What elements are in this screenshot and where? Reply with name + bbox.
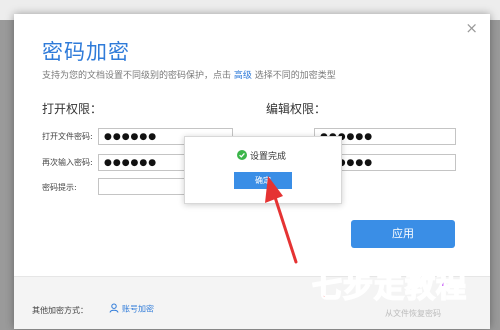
setup-complete-popup: 设置完成 确定 xyxy=(184,136,342,204)
dialog-title: 密码加密 xyxy=(42,40,130,64)
watermark-logo: 七步走教程 xyxy=(311,262,467,306)
dialog-subtitle: 支持为您的文档设置不同级别的密码保护，点击 高级 选择不同的加密类型 xyxy=(42,68,336,81)
account-encryption-label: 账号加密 xyxy=(122,304,154,314)
close-icon[interactable]: × xyxy=(465,21,478,36)
watermark-char: 教 xyxy=(404,269,436,306)
watermark-char: 步 xyxy=(342,269,374,306)
subtitle-text-end: 选择不同的加密类型 xyxy=(254,71,336,81)
recover-password-text: 从文件恢复密码 xyxy=(385,309,441,318)
watermark-char: 程 xyxy=(435,269,467,306)
open-permission-heading: 打开权限： xyxy=(42,102,103,116)
ok-button[interactable]: 确定 xyxy=(234,172,292,189)
setup-complete-message: 设置完成 xyxy=(237,149,286,163)
subtitle-text: 支持为您的文档设置不同级别的密码保护，点击 xyxy=(42,71,232,81)
edit-permission-heading: 编辑权限： xyxy=(266,102,327,116)
setup-complete-label: 设置完成 xyxy=(250,152,287,162)
account-encryption-link[interactable]: 账号加密 xyxy=(109,303,154,315)
check-circle-icon xyxy=(237,150,247,163)
open-password-label: 打开文件密码: xyxy=(42,132,93,141)
apply-button[interactable]: 应用 xyxy=(351,220,455,248)
other-encryption-label: 其他加密方式： xyxy=(32,306,88,315)
watermark-char: 走 xyxy=(373,269,405,306)
open-confirm-label: 再次输入密码: xyxy=(42,158,93,167)
watermark-char: 七 xyxy=(311,269,343,306)
hint-label: 密码提示: xyxy=(42,183,77,192)
advanced-link[interactable]: 高级 xyxy=(234,71,252,81)
user-icon xyxy=(109,303,119,315)
